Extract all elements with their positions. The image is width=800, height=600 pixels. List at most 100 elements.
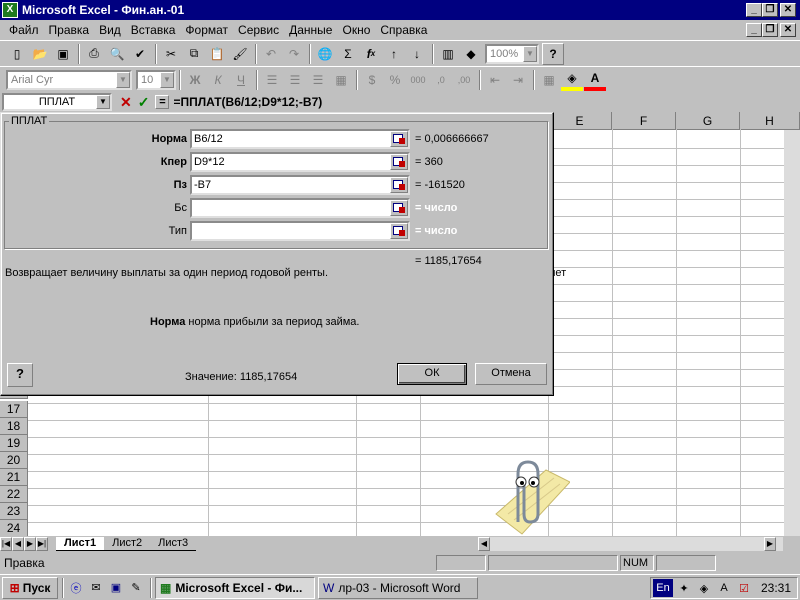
underline-button[interactable]: Ч bbox=[230, 69, 252, 91]
arg-input-nper[interactable]: D9*12 bbox=[190, 152, 410, 172]
task-excel[interactable]: ▦ Microsoft Excel - Фи... bbox=[155, 576, 315, 599]
sheet-tab-1[interactable]: Лист1 bbox=[56, 537, 105, 551]
collapse-dialog-icon[interactable] bbox=[390, 177, 408, 193]
paste-icon[interactable]: 📋 bbox=[206, 43, 228, 65]
menu-data[interactable]: Данные bbox=[284, 23, 337, 37]
doc-restore-button[interactable]: ❐ bbox=[762, 23, 778, 37]
menu-help[interactable]: Справка bbox=[375, 23, 432, 37]
format-painter-icon[interactable]: 🖌 bbox=[229, 43, 251, 65]
arg-input-type[interactable] bbox=[190, 221, 410, 241]
cancel-button[interactable]: Отмена bbox=[475, 363, 547, 385]
increase-decimal-icon[interactable]: ,0 bbox=[430, 69, 452, 91]
antivirus-icon[interactable]: A bbox=[715, 579, 733, 597]
arg-input-rate[interactable]: B6/12 bbox=[190, 129, 410, 149]
tray-app-icon[interactable]: ✦ bbox=[675, 579, 693, 597]
redo-icon[interactable]: ↷ bbox=[283, 43, 305, 65]
menu-file[interactable]: Файл bbox=[4, 23, 44, 37]
font-name-select[interactable]: Arial Cyr ▼ bbox=[6, 69, 132, 90]
start-button[interactable]: ⊞ Пуск bbox=[2, 576, 58, 599]
next-sheet-icon[interactable]: ▶ bbox=[24, 537, 36, 551]
chart-wizard-icon[interactable]: ▥ bbox=[437, 43, 459, 65]
menu-tools[interactable]: Сервис bbox=[233, 23, 284, 37]
zoom-select[interactable]: 100% ▼ bbox=[485, 43, 539, 64]
prev-sheet-icon[interactable]: ◀ bbox=[12, 537, 24, 551]
row-header-17[interactable]: 17 bbox=[0, 401, 28, 418]
close-button[interactable]: ✕ bbox=[780, 3, 796, 17]
new-icon[interactable]: ▯ bbox=[6, 43, 28, 65]
menu-view[interactable]: Вид bbox=[94, 23, 126, 37]
row-header-18[interactable]: 18 bbox=[0, 418, 28, 435]
undo-icon[interactable]: ↶ bbox=[260, 43, 282, 65]
drawing-icon[interactable]: ◆ bbox=[460, 43, 482, 65]
print-icon[interactable]: ⎙ bbox=[83, 43, 105, 65]
sort-ascending-icon[interactable]: ↑ bbox=[383, 43, 405, 65]
save-disk-icon[interactable]: ▣ bbox=[107, 579, 125, 597]
currency-icon[interactable]: $ bbox=[361, 69, 383, 91]
row-header-21[interactable]: 21 bbox=[0, 469, 28, 486]
column-header-f[interactable]: F bbox=[612, 112, 676, 130]
italic-button[interactable]: К bbox=[207, 69, 229, 91]
collapse-dialog-icon[interactable] bbox=[390, 223, 408, 239]
collapse-dialog-icon[interactable] bbox=[390, 154, 408, 170]
font-size-select[interactable]: 10 ▼ bbox=[136, 69, 176, 90]
decrease-decimal-icon[interactable]: ,00 bbox=[453, 69, 475, 91]
align-center-icon[interactable]: ☰ bbox=[284, 69, 306, 91]
cancel-formula-icon[interactable]: ✕ bbox=[120, 94, 132, 111]
menu-window[interactable]: Окно bbox=[337, 23, 375, 37]
row-header-19[interactable]: 19 bbox=[0, 435, 28, 452]
collapse-dialog-icon[interactable] bbox=[390, 131, 408, 147]
spelling-icon[interactable]: ✔ bbox=[129, 43, 151, 65]
sheet-tab-2[interactable]: Лист2 bbox=[104, 537, 151, 551]
sheet-tab-3[interactable]: Лист3 bbox=[150, 537, 197, 551]
hyperlink-icon[interactable]: 🌐 bbox=[314, 43, 336, 65]
language-indicator[interactable]: En bbox=[653, 579, 673, 597]
scroll-left-icon[interactable]: ◀ bbox=[478, 537, 490, 551]
row-header-20[interactable]: 20 bbox=[0, 452, 28, 469]
percent-style-button[interactable]: % bbox=[384, 69, 406, 91]
doc-close-button[interactable]: ✕ bbox=[780, 23, 796, 37]
row-header-24[interactable]: 24 bbox=[0, 520, 28, 537]
menu-format[interactable]: Формат bbox=[180, 23, 233, 37]
restore-button[interactable]: ❐ bbox=[762, 3, 778, 17]
function-wizard-icon[interactable]: fx bbox=[360, 43, 382, 65]
fill-color-icon[interactable]: ◈ bbox=[561, 69, 583, 91]
tray-check-icon[interactable]: ☑ bbox=[735, 579, 753, 597]
row-header-23[interactable]: 23 bbox=[0, 503, 28, 520]
quick-launch-icon[interactable]: ✎ bbox=[127, 579, 145, 597]
print-preview-icon[interactable]: 🔍 bbox=[106, 43, 128, 65]
menu-edit[interactable]: Правка bbox=[44, 23, 95, 37]
office-assistant-clippy[interactable] bbox=[478, 452, 571, 536]
scroll-right-icon[interactable]: ▶ bbox=[764, 537, 776, 551]
collapse-dialog-icon[interactable] bbox=[390, 200, 408, 216]
column-header-h[interactable]: H bbox=[740, 112, 800, 130]
decrease-indent-icon[interactable]: ⇤ bbox=[484, 69, 506, 91]
merge-center-icon[interactable]: ▦ bbox=[330, 69, 352, 91]
help-button[interactable]: ? bbox=[7, 363, 33, 387]
office-assistant-help-icon[interactable]: ? bbox=[542, 42, 564, 65]
minimize-button[interactable]: _ bbox=[746, 3, 762, 17]
arg-input-pv[interactable]: -B7 bbox=[190, 175, 410, 195]
increase-indent-icon[interactable]: ⇥ bbox=[507, 69, 529, 91]
ok-button[interactable]: ОК bbox=[397, 363, 467, 385]
align-left-icon[interactable]: ☰ bbox=[261, 69, 283, 91]
borders-icon[interactable]: ▦ bbox=[538, 69, 560, 91]
column-header-e[interactable]: E bbox=[548, 112, 612, 130]
cut-icon[interactable]: ✂ bbox=[160, 43, 182, 65]
formula-input[interactable]: =ППЛАТ(B6/12;D9*12;-B7) bbox=[173, 95, 322, 109]
open-icon[interactable]: 📂 bbox=[29, 43, 51, 65]
doc-minimize-button[interactable]: _ bbox=[746, 23, 762, 37]
name-box[interactable]: ППЛАТ ▼ bbox=[2, 93, 112, 111]
autosum-icon[interactable]: Σ bbox=[337, 43, 359, 65]
edit-formula-button[interactable]: = bbox=[155, 95, 170, 109]
arg-input-fv[interactable] bbox=[190, 198, 410, 218]
sort-descending-icon[interactable]: ↓ bbox=[406, 43, 428, 65]
copy-icon[interactable]: ⧉ bbox=[183, 43, 205, 65]
font-color-icon[interactable]: A bbox=[584, 69, 606, 91]
first-sheet-icon[interactable]: |◀ bbox=[0, 537, 12, 551]
vertical-scrollbar[interactable] bbox=[784, 130, 800, 536]
row-header-22[interactable]: 22 bbox=[0, 486, 28, 503]
align-right-icon[interactable]: ☰ bbox=[307, 69, 329, 91]
outlook-express-icon[interactable]: ✉ bbox=[87, 579, 105, 597]
horizontal-scrollbar[interactable]: ◀ ▶ bbox=[478, 537, 783, 551]
menu-insert[interactable]: Вставка bbox=[126, 23, 181, 37]
